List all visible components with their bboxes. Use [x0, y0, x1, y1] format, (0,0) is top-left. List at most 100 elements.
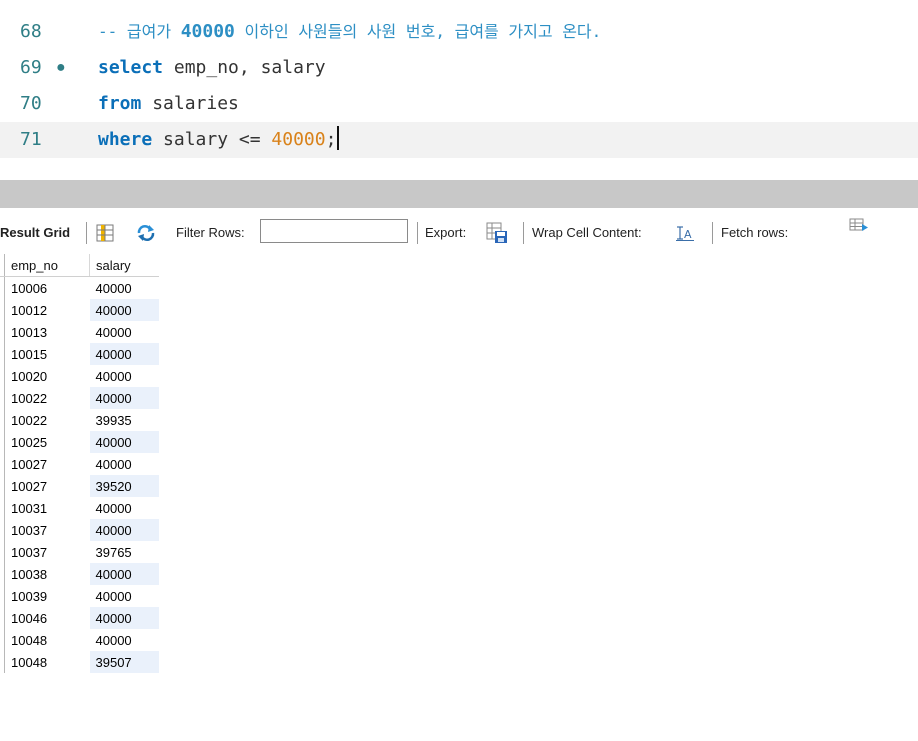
sql-editor[interactable]: 68 -- 급여가 40000 이하인 사원들의 사원 번호, 급여를 가지고 …: [0, 0, 918, 178]
cell-emp-no[interactable]: 10015: [5, 343, 90, 365]
cell-emp-no[interactable]: 10027: [5, 475, 90, 497]
code-text: from salaries: [98, 86, 239, 122]
table-row[interactable]: 10048 40000: [0, 629, 159, 651]
fetch-rows-label: Fetch rows:: [721, 225, 789, 240]
sql-text: emp_no, salary: [163, 57, 326, 78]
cell-salary[interactable]: 39507: [89, 651, 159, 673]
cell-salary[interactable]: 40000: [89, 276, 159, 299]
cell-salary[interactable]: 40000: [89, 497, 159, 519]
toolbar-separator: [712, 222, 713, 244]
table-row[interactable]: 10039 40000: [0, 585, 159, 607]
cell-salary[interactable]: 40000: [89, 519, 159, 541]
table-row[interactable]: 10020 40000: [0, 365, 159, 387]
sql-keyword: select: [98, 57, 164, 78]
export-label: Export:: [425, 225, 467, 240]
svg-text:A: A: [684, 228, 692, 241]
table-row[interactable]: 10031 40000: [0, 497, 159, 519]
cell-emp-no[interactable]: 10039: [5, 585, 90, 607]
table-row[interactable]: 10012 40000: [0, 299, 159, 321]
result-grid[interactable]: emp_no salary 10006 40000 10012 40000 10013 4…: [0, 254, 159, 673]
wrap-text-icon[interactable]: A: [676, 225, 694, 244]
column-header-salary[interactable]: salary: [89, 254, 159, 277]
execution-marker-icon: ●: [56, 59, 66, 76]
cell-salary[interactable]: 39765: [89, 541, 159, 563]
cell-emp-no[interactable]: 10006: [5, 277, 90, 300]
cell-salary[interactable]: 40000: [89, 365, 159, 387]
cell-emp-no[interactable]: 10048: [5, 651, 90, 673]
table-row[interactable]: 10046 40000: [0, 607, 159, 629]
cell-emp-no[interactable]: 10012: [5, 299, 90, 321]
filter-rows-input[interactable]: [260, 219, 408, 243]
panel-splitter[interactable]: [0, 180, 918, 208]
line-number: 68: [20, 21, 42, 42]
sql-keyword: from: [98, 93, 142, 114]
sql-terminator: ;: [325, 129, 337, 150]
cell-salary[interactable]: 39520: [89, 475, 159, 497]
cell-salary[interactable]: 39935: [89, 409, 159, 431]
table-row[interactable]: 10025 40000: [0, 431, 159, 453]
cell-salary[interactable]: 40000: [89, 563, 159, 585]
sql-keyword: where: [98, 129, 153, 150]
table-row[interactable]: 10027 39520: [0, 475, 159, 497]
export-icon[interactable]: [486, 222, 508, 247]
code-text: -- 급여가 40000 이하인 사원들의 사원 번호, 급여를 가지고 온다.: [98, 14, 601, 50]
cell-emp-no[interactable]: 10022: [5, 409, 90, 431]
sql-number: 40000: [271, 129, 326, 150]
table-row[interactable]: 10038 40000: [0, 563, 159, 585]
cell-emp-no[interactable]: 10048: [5, 629, 90, 651]
table-row[interactable]: 10048 39507: [0, 651, 159, 673]
cell-emp-no[interactable]: 10037: [5, 541, 90, 563]
refresh-icon[interactable]: [136, 224, 156, 245]
line-number: 71: [20, 129, 42, 150]
cell-salary[interactable]: 40000: [89, 453, 159, 475]
cell-salary[interactable]: 40000: [89, 431, 159, 453]
line-number: 70: [20, 93, 42, 114]
grid-header-row: emp_no salary: [0, 254, 159, 277]
cell-emp-no[interactable]: 10031: [5, 497, 90, 519]
grid-layout-icon[interactable]: [96, 224, 114, 245]
code-text: select emp_no, salary: [98, 50, 326, 86]
line-number: 69: [20, 57, 42, 78]
cell-emp-no[interactable]: 10020: [5, 365, 90, 387]
code-line-69[interactable]: 69 ● select emp_no, salary: [0, 50, 918, 86]
cell-emp-no[interactable]: 10038: [5, 563, 90, 585]
cell-emp-no[interactable]: 10022: [5, 387, 90, 409]
table-row[interactable]: 10027 40000: [0, 453, 159, 475]
cell-emp-no[interactable]: 10037: [5, 519, 90, 541]
comment-text: -- 급여가: [98, 22, 181, 41]
sql-text: salary <=: [152, 129, 272, 150]
code-line-68[interactable]: 68 -- 급여가 40000 이하인 사원들의 사원 번호, 급여를 가지고 …: [0, 14, 918, 50]
table-row[interactable]: 10022 39935: [0, 409, 159, 431]
code-line-70[interactable]: 70 from salaries: [0, 86, 918, 122]
cell-emp-no[interactable]: 10046: [5, 607, 90, 629]
cell-emp-no[interactable]: 10025: [5, 431, 90, 453]
table-row[interactable]: 10013 40000: [0, 321, 159, 343]
result-grid-tab[interactable]: Result Grid: [0, 214, 70, 252]
table-row[interactable]: 10037 40000: [0, 519, 159, 541]
column-header-emp-no[interactable]: emp_no: [4, 254, 90, 277]
table-row[interactable]: 10037 39765: [0, 541, 159, 563]
cell-emp-no[interactable]: 10013: [5, 321, 90, 343]
comment-number: 40000: [180, 21, 235, 42]
table-row[interactable]: 10022 40000: [0, 387, 159, 409]
result-toolbar: Result Grid Filter Rows: Export: Wrap Ce…: [0, 214, 918, 252]
text-caret: [337, 126, 340, 150]
code-line-71[interactable]: 71 where salary <= 40000;: [0, 122, 918, 158]
cell-salary[interactable]: 40000: [89, 321, 159, 343]
cell-salary[interactable]: 40000: [89, 585, 159, 607]
table-row[interactable]: 10015 40000: [0, 343, 159, 365]
fetch-next-rows-icon[interactable]: [849, 218, 869, 237]
cell-salary[interactable]: 40000: [89, 387, 159, 409]
cell-salary[interactable]: 40000: [89, 343, 159, 365]
comment-text: 이하인 사원들의 사원 번호, 급여를 가지고 온다.: [234, 22, 602, 41]
code-text: where salary <= 40000;: [98, 122, 340, 158]
toolbar-separator: [523, 222, 524, 244]
sql-text: salaries: [141, 93, 239, 114]
cell-salary[interactable]: 40000: [89, 299, 159, 321]
toolbar-separator: [417, 222, 418, 244]
table-row[interactable]: 10006 40000: [0, 276, 159, 300]
wrap-cell-content-label: Wrap Cell Content:: [532, 225, 642, 240]
cell-salary[interactable]: 40000: [89, 607, 159, 629]
cell-salary[interactable]: 40000: [89, 629, 159, 651]
cell-emp-no[interactable]: 10027: [5, 453, 90, 475]
